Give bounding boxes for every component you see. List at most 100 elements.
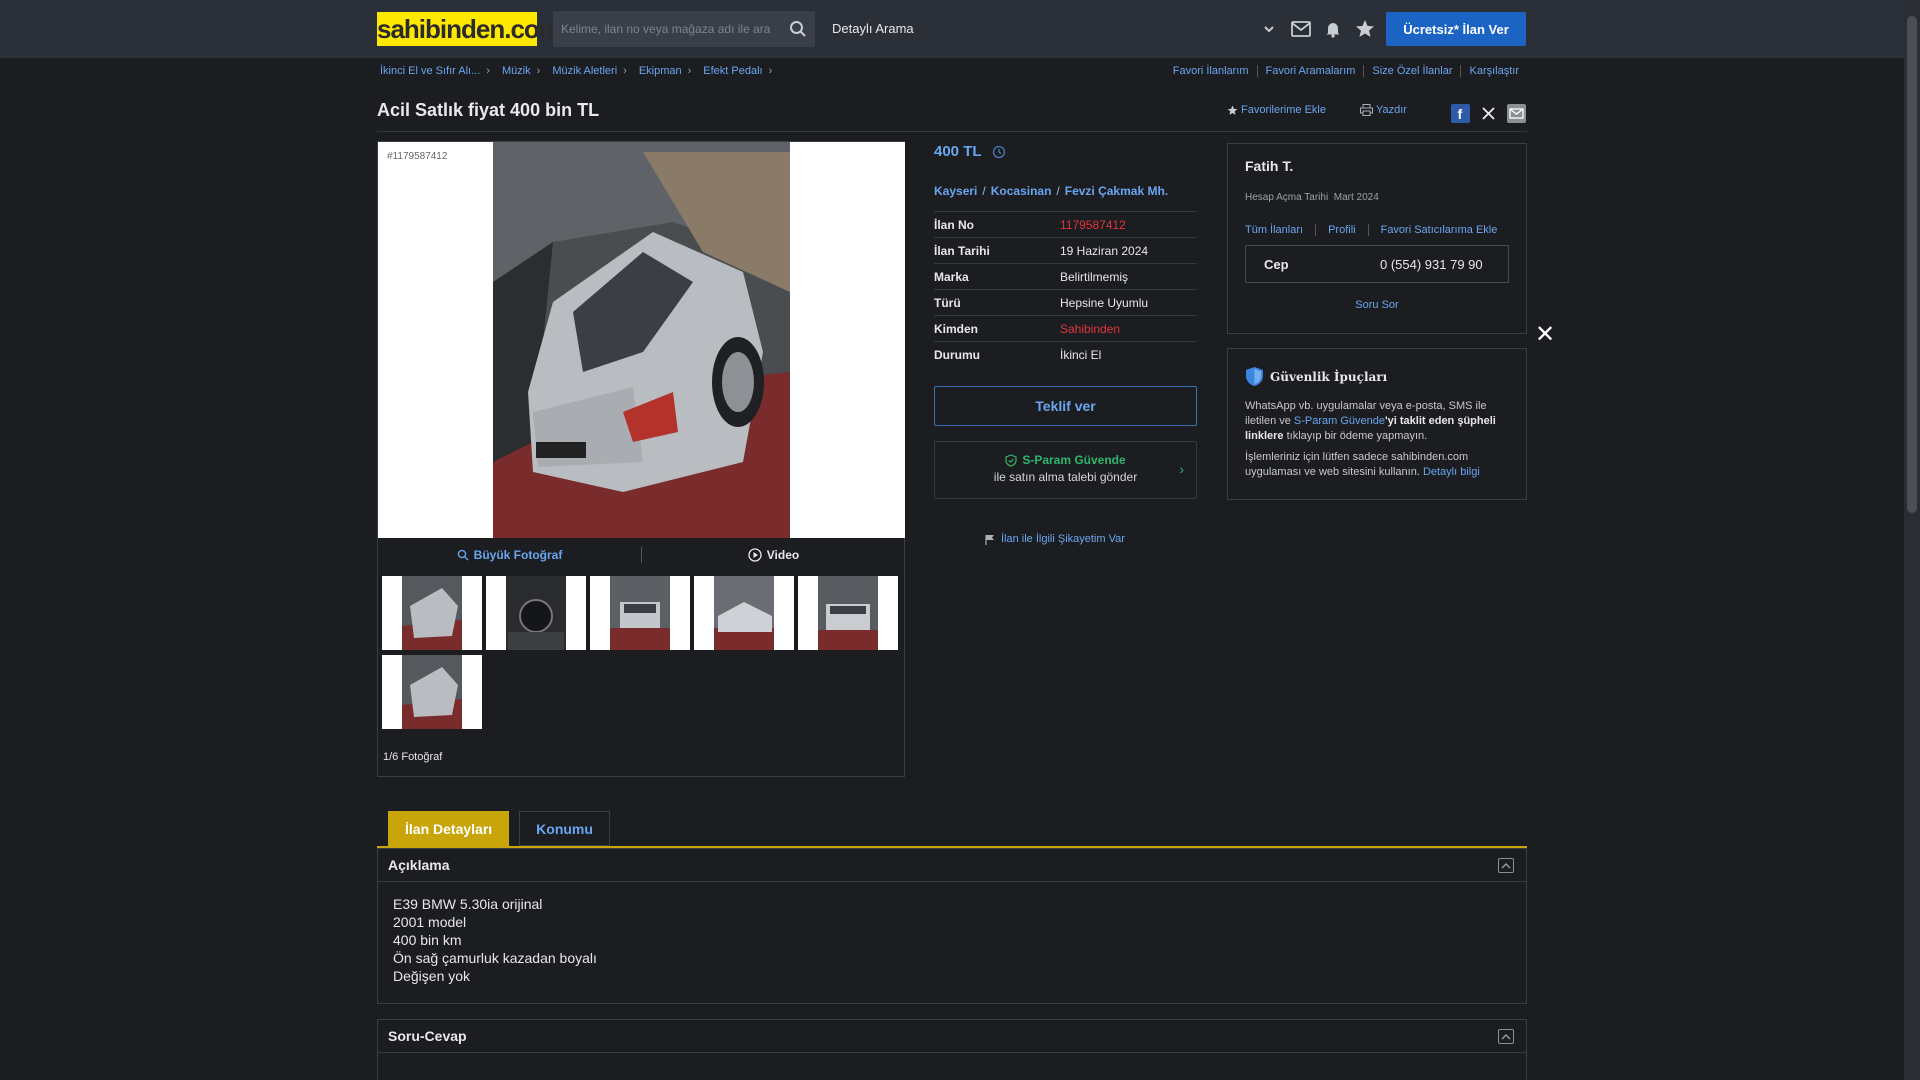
thumbnail[interactable] [798,576,898,650]
post-ad-button[interactable]: Ücretsiz* İlan Ver [1386,12,1526,46]
description-header: Açıklama [378,849,1526,882]
printer-icon [1359,104,1373,116]
search-input[interactable] [561,11,783,47]
ask-question-link[interactable]: Soru Sor [1228,299,1526,311]
breadcrumb-item[interactable]: Müzik [502,65,531,77]
tab-location[interactable]: Konumu [519,811,610,846]
report-listing-link[interactable]: İlan ile İlgili Şikayetim Var [985,533,1125,545]
sparam-box[interactable]: S-Param Güvende ile satın alma talebi gö… [934,441,1197,499]
big-photo-label: Büyük Fotoğraf [473,548,563,562]
qa-title: Soru-Cevap [388,1028,467,1044]
breadcrumb-separator: › [687,65,692,77]
location-neighborhood[interactable]: Fevzi Çakmak Mh. [1065,184,1168,198]
favorite-searches-link[interactable]: Favori Aramalarım [1256,65,1364,77]
tab-listing-details[interactable]: İlan Detayları [388,811,510,846]
phone-box[interactable]: Cep 0 (554) 931 79 90 [1245,245,1509,283]
info-row: Marka Belirtilmemiş [934,263,1197,289]
qa-header: Soru-Cevap [378,1020,1526,1053]
safety-tip-text: İşlemleriniz için lütfen sadece sahibind… [1245,450,1515,480]
user-shortcut-links: Favori İlanlarım Favori Aramalarım Size … [1165,65,1527,77]
chevron-down-icon[interactable] [1258,18,1280,40]
mail-icon[interactable] [1290,18,1312,40]
info-key: İlan Tarihi [934,243,990,258]
thumbnail[interactable] [486,576,586,650]
seller-card: Fatih T. Hesap Açma Tarihi Mart 2024 Tüm… [1227,143,1527,334]
photo-counter: 1/6 Fotoğraf [383,751,443,763]
all-listings-link[interactable]: Tüm İlanları [1245,224,1315,236]
email-share-icon[interactable] [1507,104,1526,123]
breadcrumb-item[interactable]: Efekt Pedalı [703,65,762,77]
info-key: Kimden [934,321,979,336]
x-share-icon[interactable] [1479,104,1498,123]
site-logo[interactable]: sahibinden.com [377,12,562,46]
breadcrumb-item[interactable]: Müzik Aletleri [552,65,617,77]
special-listings-link[interactable]: Size Özel İlanlar [1363,65,1460,77]
phone-label: Cep [1264,256,1289,272]
big-photo-button[interactable]: Büyük Fotoğraf [378,548,641,562]
info-row: Kimden Sahibinden [934,315,1197,341]
condition-value: İkinci El [1060,347,1102,362]
profile-link[interactable]: Profili [1315,224,1368,236]
close-icon[interactable]: ✕ [1535,323,1555,347]
search-icon[interactable] [789,20,807,38]
favorite-listings-link[interactable]: Favori İlanlarım [1165,65,1257,77]
thumbnail[interactable] [382,576,482,650]
description-line: Değişen yok [393,968,471,984]
safety-tip-text: WhatsApp vb. uygulamalar veya e-posta, S… [1245,399,1515,444]
compare-link[interactable]: Karşılaştır [1460,65,1527,77]
search-box [553,11,815,47]
video-label: Video [766,548,800,562]
details-link[interactable]: Detaylı bilgi [1423,466,1480,478]
thumbnail[interactable] [694,576,794,650]
main-photo[interactable]: #1179587412 [378,142,905,538]
scrollbar-thumb[interactable] [1907,16,1917,513]
phone-number: 0 (554) 931 79 90 [1380,256,1483,272]
info-key: Marka [934,269,969,284]
add-favorite-button[interactable]: Favorilerime Ekle [1227,104,1326,116]
location-district[interactable]: Kocasinan [991,184,1052,198]
make-offer-button[interactable]: Teklif ver [934,386,1197,426]
thumbnail[interactable] [382,655,482,729]
flag-icon [985,534,994,545]
shield-check-icon [1005,453,1017,467]
listing-actions: Favorilerime Ekle Yazdır [1227,104,1441,116]
chevron-right-icon: › [1179,461,1184,477]
video-button[interactable]: Video [642,548,905,562]
detail-tabs: İlan Detayları Konumu [388,811,610,846]
seller-name[interactable]: Fatih T. [1245,158,1293,174]
breadcrumb-separator: › [536,65,541,77]
info-row: Durumu İkinci El [934,341,1197,367]
breadcrumb-item[interactable]: İkinci El ve Sıfır Alı... [380,65,480,77]
description-line: 2001 model [393,914,467,930]
price-value: 400 TL [934,143,982,160]
type-value: Hepsine Uyumlu [1060,295,1149,310]
description-body: E39 BMW 5.30ia orijinal 2001 model 400 b… [378,882,1526,998]
account-since-label: Hesap Açma Tarihi [1245,192,1329,203]
shield-icon [1246,367,1263,386]
facebook-share-icon[interactable]: f [1451,104,1470,123]
sparam-link[interactable]: S-Param Güvende [1294,415,1385,427]
price-history-icon[interactable] [992,145,1006,159]
safety-tips-header: Güvenlik İpuçları [1245,366,1387,387]
print-button[interactable]: Yazdır [1359,104,1407,116]
play-icon [748,548,762,562]
account-since-value: Mart 2024 [1333,192,1379,203]
collapse-icon[interactable] [1498,1029,1514,1044]
description-line: Ön sağ çamurluk kazadan boyalı [393,950,597,966]
detailed-search-link[interactable]: Detaylı Arama [832,21,914,36]
info-row: İlan Tarihi 19 Haziran 2024 [934,237,1197,263]
car-photo [493,142,790,538]
add-favorite-seller-link[interactable]: Favori Satıcılarıma Ekle [1367,224,1510,236]
collapse-icon[interactable] [1498,858,1514,873]
thumbnail[interactable] [590,576,690,650]
star-icon[interactable] [1354,18,1376,40]
page-scrollbar[interactable] [1904,0,1920,1080]
breadcrumb: İkinci El ve Sıfır Alı... › Müzik › Müzik … [380,65,778,77]
top-header: sahibinden.com Detaylı Arama Ücretsiz* İ… [0,0,1904,58]
photo-gallery: #1179587412 Büyük Fotoğraf Video 1/6 Fot… [377,141,905,777]
location-breadcrumb: Kayseri / Kocasinan / Fevzi Çakmak Mh. [934,184,1169,198]
ad-id-overlay: #1179587412 [387,151,448,162]
location-city[interactable]: Kayseri [934,184,977,198]
bell-icon[interactable] [1322,18,1344,40]
breadcrumb-item[interactable]: Ekipman [639,65,682,77]
